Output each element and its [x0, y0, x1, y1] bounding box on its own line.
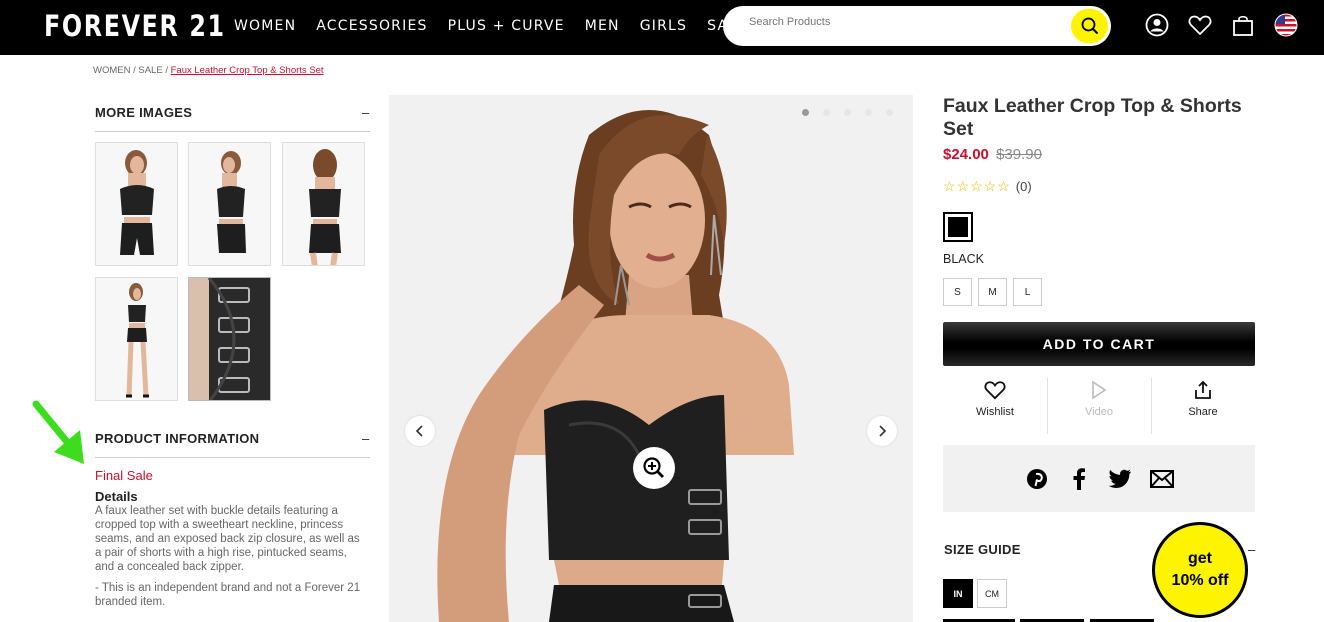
promo-line-1: get [1188, 550, 1212, 567]
chevron-left-icon [415, 425, 423, 437]
review-count: (0) [1015, 179, 1032, 194]
heart-icon [984, 381, 1006, 400]
wishlist-button[interactable]: Wishlist [943, 380, 1047, 435]
prev-image-button[interactable] [405, 416, 435, 446]
share-icon [1195, 380, 1211, 399]
product-information-collapse-toggle[interactable]: – [362, 431, 369, 446]
search-bar [723, 6, 1111, 46]
sale-price: $24.00 [943, 146, 989, 163]
divider [95, 457, 370, 458]
add-to-cart-button[interactable]: ADD TO CART [943, 322, 1255, 366]
pinterest-icon[interactable] [1025, 467, 1049, 491]
video-button[interactable]: Video [1047, 380, 1151, 435]
color-swatch-black[interactable] [943, 212, 973, 242]
divider [95, 131, 370, 132]
size-option-l[interactable]: L [1013, 278, 1042, 306]
unit-cm-button[interactable]: CM [977, 579, 1007, 608]
size-option-m[interactable]: M [978, 278, 1007, 306]
size-option-s[interactable]: S [943, 278, 972, 306]
star-rating-icon: ☆☆☆☆☆ [943, 178, 1011, 194]
zoom-button[interactable] [633, 447, 675, 489]
site-header: FOREVER 21 WOMEN ACCESSORIES PLUS + CURV… [0, 0, 1324, 55]
selected-color-name: BLACK [943, 252, 984, 266]
main-product-image[interactable] [389, 95, 913, 622]
unit-inches-button[interactable]: IN [943, 579, 973, 608]
size-guide-title[interactable]: SIZE GUIDE [944, 542, 1021, 557]
annotation-arrow-icon [32, 400, 84, 464]
details-description: A faux leather set with buckle details f… [95, 505, 360, 573]
price: $24.00 $39.90 [943, 146, 1042, 163]
thumbnail-1[interactable] [95, 142, 178, 266]
product-title: Faux Leather Crop Top & Shorts Set [943, 95, 1242, 140]
carousel-dot[interactable] [844, 109, 851, 116]
search-input[interactable] [749, 16, 1049, 28]
original-price: $39.90 [996, 146, 1042, 163]
breadcrumb: WOMEN / SALE / Faux Leather Crop Top & S… [93, 65, 324, 76]
nav-men[interactable]: MEN [585, 18, 620, 34]
nav-women[interactable]: WOMEN [234, 18, 296, 34]
nav-accessories[interactable]: ACCESSORIES [316, 18, 427, 34]
more-images-collapse-toggle[interactable]: – [362, 105, 369, 120]
twitter-icon[interactable] [1108, 467, 1132, 491]
promo-badge[interactable]: get 10% off [1152, 522, 1248, 618]
share-button[interactable]: Share [1151, 380, 1255, 435]
search-button[interactable] [1071, 9, 1108, 43]
thumbnail-3[interactable] [282, 142, 365, 266]
breadcrumb-path[interactable]: WOMEN / SALE / [93, 65, 171, 76]
chevron-right-icon [879, 425, 887, 437]
email-icon[interactable] [1150, 467, 1174, 491]
account-icon[interactable] [1144, 12, 1170, 38]
more-images-title[interactable]: MORE IMAGES [95, 105, 192, 120]
nav-plus-curve[interactable]: PLUS + CURVE [448, 18, 565, 34]
rating[interactable]: ☆☆☆☆☆ (0) [943, 178, 1032, 195]
play-icon [1092, 380, 1107, 400]
carousel-dot[interactable] [823, 109, 830, 116]
carousel-dot[interactable] [802, 109, 809, 116]
thumbnail-4[interactable] [95, 277, 178, 401]
next-image-button[interactable] [867, 416, 897, 446]
nav-girls[interactable]: GIRLS [640, 18, 687, 34]
wishlist-heart-icon[interactable] [1187, 12, 1213, 38]
main-nav: WOMEN ACCESSORIES PLUS + CURVE MEN GIRLS… [234, 18, 747, 34]
final-sale-label: Final Sale [95, 468, 153, 483]
thumbnail-5[interactable] [188, 277, 271, 401]
carousel-dot[interactable] [865, 109, 872, 116]
zoom-in-icon [643, 457, 664, 478]
wishlist-label: Wishlist [976, 406, 1014, 418]
size-guide-collapse-toggle[interactable]: – [1248, 542, 1255, 557]
product-information-title[interactable]: PRODUCT INFORMATION [95, 431, 259, 446]
breadcrumb-current[interactable]: Faux Leather Crop Top & Shorts Set [171, 65, 324, 76]
thumbnail-2[interactable] [188, 142, 271, 266]
shopping-bag-icon[interactable] [1230, 12, 1256, 38]
details-heading: Details [95, 489, 138, 504]
model-photo [389, 95, 913, 622]
details-brand-note: - This is an independent brand and not a… [95, 582, 361, 608]
share-label: Share [1188, 406, 1218, 418]
video-label: Video [1085, 406, 1113, 418]
promo-line-2: 10% off [1171, 572, 1229, 589]
facebook-icon[interactable] [1067, 467, 1091, 491]
social-share-panel [943, 445, 1255, 512]
logo[interactable]: FOREVER 21 [44, 9, 226, 43]
carousel-dot[interactable] [886, 109, 893, 116]
us-flag-icon[interactable] [1273, 12, 1299, 38]
carousel-dots [802, 109, 893, 116]
search-icon [1081, 17, 1098, 35]
